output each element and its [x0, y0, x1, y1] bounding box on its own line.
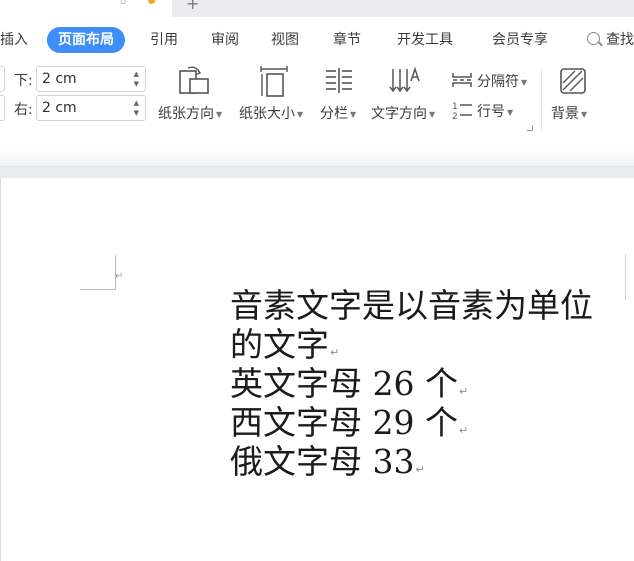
- separator-label: 分隔符: [477, 74, 519, 90]
- margin-right-label: 右:: [14, 102, 33, 118]
- document-body[interactable]: 音素文字是以音素为单位 的文字↵ 英文字母 26 个↵ 西文字母 29 个↵ 俄…: [230, 286, 593, 481]
- margin-bottom-label: 下:: [14, 73, 33, 89]
- menu-developer-tools[interactable]: 开发工具: [397, 27, 453, 53]
- paragraph-mark-icon: ↵: [458, 385, 469, 398]
- paragraph-mark-icon: ↵: [415, 463, 425, 476]
- background-icon: [560, 68, 586, 94]
- spin-up-icon[interactable]: ▲: [134, 70, 139, 78]
- chevron-down-icon: ▼: [581, 109, 588, 119]
- menu-view[interactable]: 视图: [271, 27, 299, 53]
- spin-down-icon[interactable]: ▼: [134, 109, 139, 117]
- background-label: 背景: [551, 106, 579, 122]
- chevron-down-icon: ▼: [507, 107, 514, 117]
- unsaved-dot-icon: [148, 0, 155, 4]
- chevron-down-icon: ▼: [216, 109, 223, 119]
- dialog-launcher-icon[interactable]: [527, 125, 533, 131]
- paragraph-mark-icon: ↵: [115, 271, 124, 282]
- line-numbers-button[interactable]: 1 2 行号 ▼: [451, 99, 521, 121]
- margin-left-field-edge[interactable]: [0, 95, 5, 121]
- document-line[interactable]: 的文字↵: [230, 325, 593, 364]
- menu-page-layout[interactable]: 页面布局: [47, 27, 125, 53]
- margin-right-value[interactable]: 2 cm: [42, 100, 77, 116]
- document-line[interactable]: 音素文字是以音素为单位: [230, 286, 593, 325]
- separator-icon: [452, 73, 472, 87]
- svg-text:2: 2: [452, 112, 458, 120]
- orientation-label: 纸张方向: [158, 106, 214, 122]
- menu-references[interactable]: 引用: [150, 27, 178, 53]
- menu-insert[interactable]: 插入: [0, 27, 28, 53]
- chevron-down-icon: ▼: [521, 77, 528, 87]
- spin-down-icon[interactable]: ▼: [134, 80, 139, 88]
- columns-icon: [326, 68, 352, 93]
- chevron-down-icon: ▼: [350, 109, 357, 119]
- ribbon: 插入 页面布局 引用 审阅 视图 章节 开发工具 会员专享 查找 下: 2 cm…: [0, 17, 634, 167]
- menu-bar: 插入 页面布局 引用 审阅 视图 章节 开发工具 会员专享 查找: [0, 27, 634, 53]
- document-line[interactable]: 西文字母 29 个↵: [230, 403, 593, 442]
- svg-text:1: 1: [452, 102, 458, 112]
- document-page[interactable]: ↵ 音素文字是以音素为单位 的文字↵ 英文字母 26 个↵ 西文字母 29 个↵…: [0, 178, 634, 561]
- margin-bottom-input[interactable]: 2 cm ▲ ▼: [36, 66, 146, 92]
- paragraph-mark-icon: ↵: [330, 346, 340, 359]
- line-numbers-icon: 1 2: [452, 102, 472, 120]
- spin-up-icon[interactable]: ▲: [134, 99, 139, 107]
- margin-top-field-edge[interactable]: [0, 66, 5, 92]
- menu-review[interactable]: 审阅: [211, 27, 239, 53]
- paper-size-label: 纸张大小: [239, 106, 295, 122]
- document-tab[interactable]: ⌂: [0, 0, 172, 17]
- margin-bottom-value[interactable]: 2 cm: [42, 71, 77, 87]
- chevron-down-icon: ▼: [429, 109, 436, 119]
- paper-size-icon: [260, 66, 288, 97]
- margin-corner-mark: [80, 289, 115, 290]
- ribbon-bottom-bar: [0, 149, 634, 167]
- new-tab-button[interactable]: +: [186, 0, 199, 13]
- separator-button[interactable]: 分隔符 ▼: [451, 69, 531, 91]
- document-line[interactable]: 英文字母 26 个↵: [230, 364, 593, 403]
- text-direction-label: 文字方向: [371, 106, 427, 122]
- menu-member[interactable]: 会员专享: [492, 27, 548, 53]
- chevron-down-icon: ▼: [297, 109, 304, 119]
- group-divider: [541, 69, 542, 131]
- search-label[interactable]: 查找: [606, 27, 634, 53]
- text-cursor: [625, 254, 626, 300]
- line-numbers-label: 行号: [477, 104, 505, 120]
- document-line[interactable]: 俄文字母 33↵: [230, 442, 593, 481]
- margin-right-input[interactable]: 2 cm ▲ ▼: [36, 95, 146, 121]
- menu-chapter[interactable]: 章节: [333, 27, 361, 53]
- paragraph-mark-icon: ↵: [458, 424, 469, 437]
- orientation-icon: [179, 66, 209, 94]
- title-strip: ⌂ +: [0, 0, 634, 17]
- tab-icon: ⌂: [120, 0, 127, 7]
- search-icon[interactable]: [587, 32, 600, 45]
- text-direction-icon: [389, 66, 420, 93]
- columns-label: 分栏: [320, 106, 348, 122]
